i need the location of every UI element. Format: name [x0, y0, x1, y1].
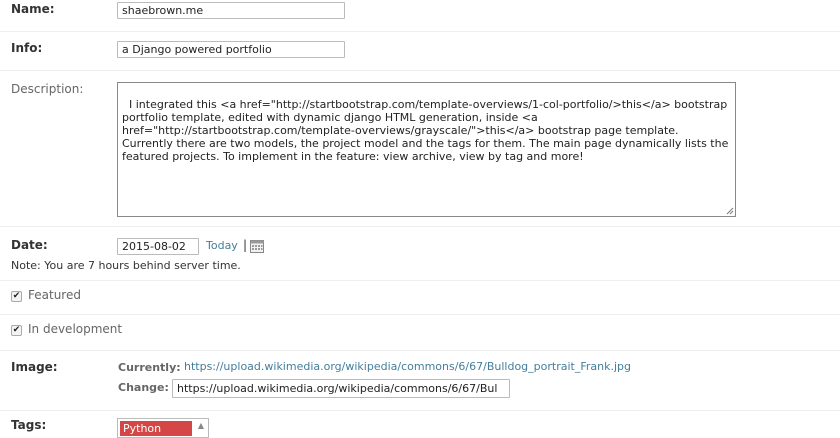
description-textarea[interactable]: I integrated this <a href="http://startb…	[117, 82, 736, 217]
featured-row: ✔ Featured	[0, 280, 840, 315]
server-time-note: Note: You are 7 hours behind server time…	[11, 259, 241, 272]
date-label: Date:	[11, 238, 48, 252]
today-link[interactable]: Today	[206, 239, 238, 252]
info-row: Info: a Django powered portfolio	[0, 31, 840, 71]
info-input[interactable]: a Django powered portfolio	[117, 41, 345, 58]
currently-label: Currently:	[118, 361, 181, 374]
current-image-link[interactable]: https://upload.wikimedia.org/wikipedia/c…	[184, 360, 631, 373]
date-input[interactable]: 2015-08-02	[117, 238, 199, 255]
featured-checkbox[interactable]: ✔	[11, 291, 22, 302]
description-label: Description:	[11, 82, 84, 96]
name-input[interactable]: shaebrown.me	[117, 2, 345, 19]
info-label: Info:	[11, 41, 43, 55]
calendar-icon[interactable]	[250, 239, 264, 253]
change-label: Change:	[118, 381, 169, 394]
name-row: Name: shaebrown.me	[0, 0, 840, 32]
in-development-row: ✔ In development	[0, 314, 840, 351]
in-development-checkbox[interactable]: ✔	[11, 325, 22, 336]
image-change-input[interactable]: https://upload.wikimedia.org/wikipedia/c…	[172, 379, 510, 398]
scroll-up-arrow-icon[interactable]: ▲	[196, 421, 206, 431]
tag-option-python[interactable]: Python	[120, 421, 192, 436]
in-development-label: In development	[28, 322, 123, 336]
name-label: Name:	[11, 2, 55, 16]
image-label: Image:	[11, 360, 58, 374]
image-row: Image: Currently: https://upload.wikimed…	[0, 350, 840, 411]
featured-label: Featured	[28, 288, 81, 302]
resize-grip-icon[interactable]	[726, 207, 734, 215]
date-separator: |	[243, 238, 248, 252]
tags-select[interactable]: Python ▲	[117, 418, 209, 438]
tags-label: Tags:	[11, 418, 47, 432]
description-text: I integrated this <a href="http://startb…	[122, 98, 732, 163]
